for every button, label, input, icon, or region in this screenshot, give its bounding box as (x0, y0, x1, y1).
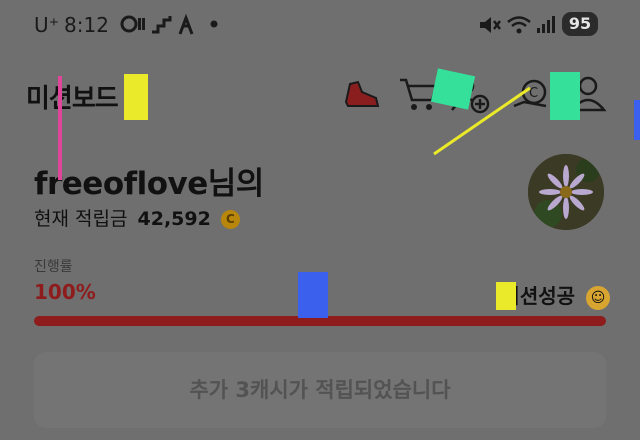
highlight-stroke (433, 86, 531, 156)
page-title: 미션보드 (26, 84, 119, 114)
battery-icon: 95 (562, 12, 598, 36)
figure-icon (178, 14, 194, 35)
mission-status: 미션성공 ☺ (501, 280, 610, 310)
points-value: 42,592 (137, 208, 211, 230)
points-label: 현재 적립금 (34, 208, 128, 230)
highlight-mark (298, 272, 328, 318)
wifi-icon (507, 16, 531, 34)
user-greeting: freeoflove님의 (34, 166, 264, 202)
reward-result-button[interactable]: 추가 3캐시가 적립되었습니다 (34, 352, 606, 428)
avatar[interactable] (528, 154, 604, 230)
status-time: 8:12 (64, 13, 109, 37)
carrier-label: U⁺ (34, 13, 60, 37)
progress-label: 진행률 (34, 259, 73, 275)
flower-avatar-image (528, 154, 604, 230)
mute-icon (480, 17, 501, 33)
highlight-mark (124, 74, 148, 120)
points-row: 현재 적립금 42,592 C (34, 204, 240, 231)
party-face-icon: ☺ (586, 285, 610, 310)
progress-percent: 100% (34, 280, 96, 304)
highlight-mark (58, 76, 62, 180)
stairs-icon (152, 16, 172, 34)
highlight-mark (496, 282, 516, 310)
shoe-icon[interactable] (340, 72, 384, 116)
highlight-mark (550, 72, 580, 120)
status-bar: U⁺ 8:12 95 (0, 0, 640, 52)
pause-media-icon (120, 15, 145, 33)
coin-icon: C (220, 210, 240, 229)
highlight-mark (634, 100, 640, 140)
dot-icon (210, 20, 218, 28)
signal-icon (537, 16, 555, 33)
